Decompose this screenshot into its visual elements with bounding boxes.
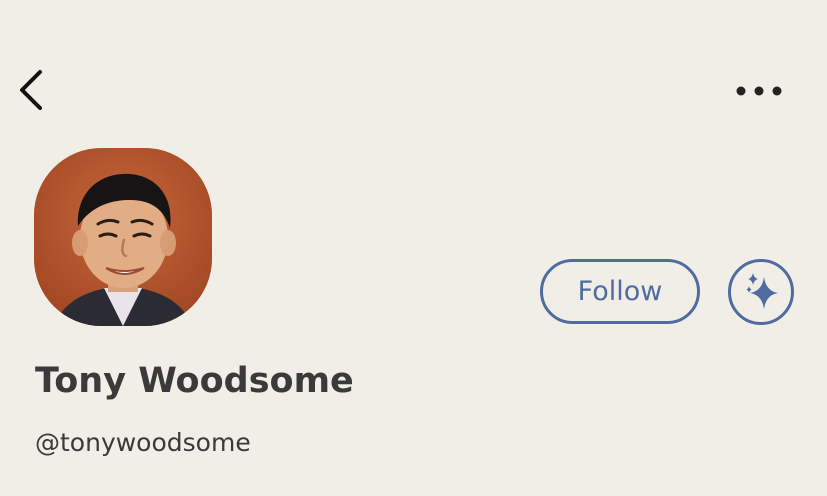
chevron-left-icon xyxy=(20,70,42,110)
more-horizontal-icon xyxy=(736,86,782,96)
follow-button[interactable]: Follow xyxy=(540,259,700,324)
avatar[interactable] xyxy=(34,148,212,326)
back-button[interactable] xyxy=(14,66,48,114)
more-options-button[interactable] xyxy=(730,78,786,104)
display-name: Tony Woodsome xyxy=(35,361,354,401)
username: @tonywoodsome xyxy=(35,428,251,457)
profile-photo xyxy=(34,148,212,326)
sparkle-button[interactable] xyxy=(728,259,794,325)
sparkle-icon xyxy=(746,273,778,309)
